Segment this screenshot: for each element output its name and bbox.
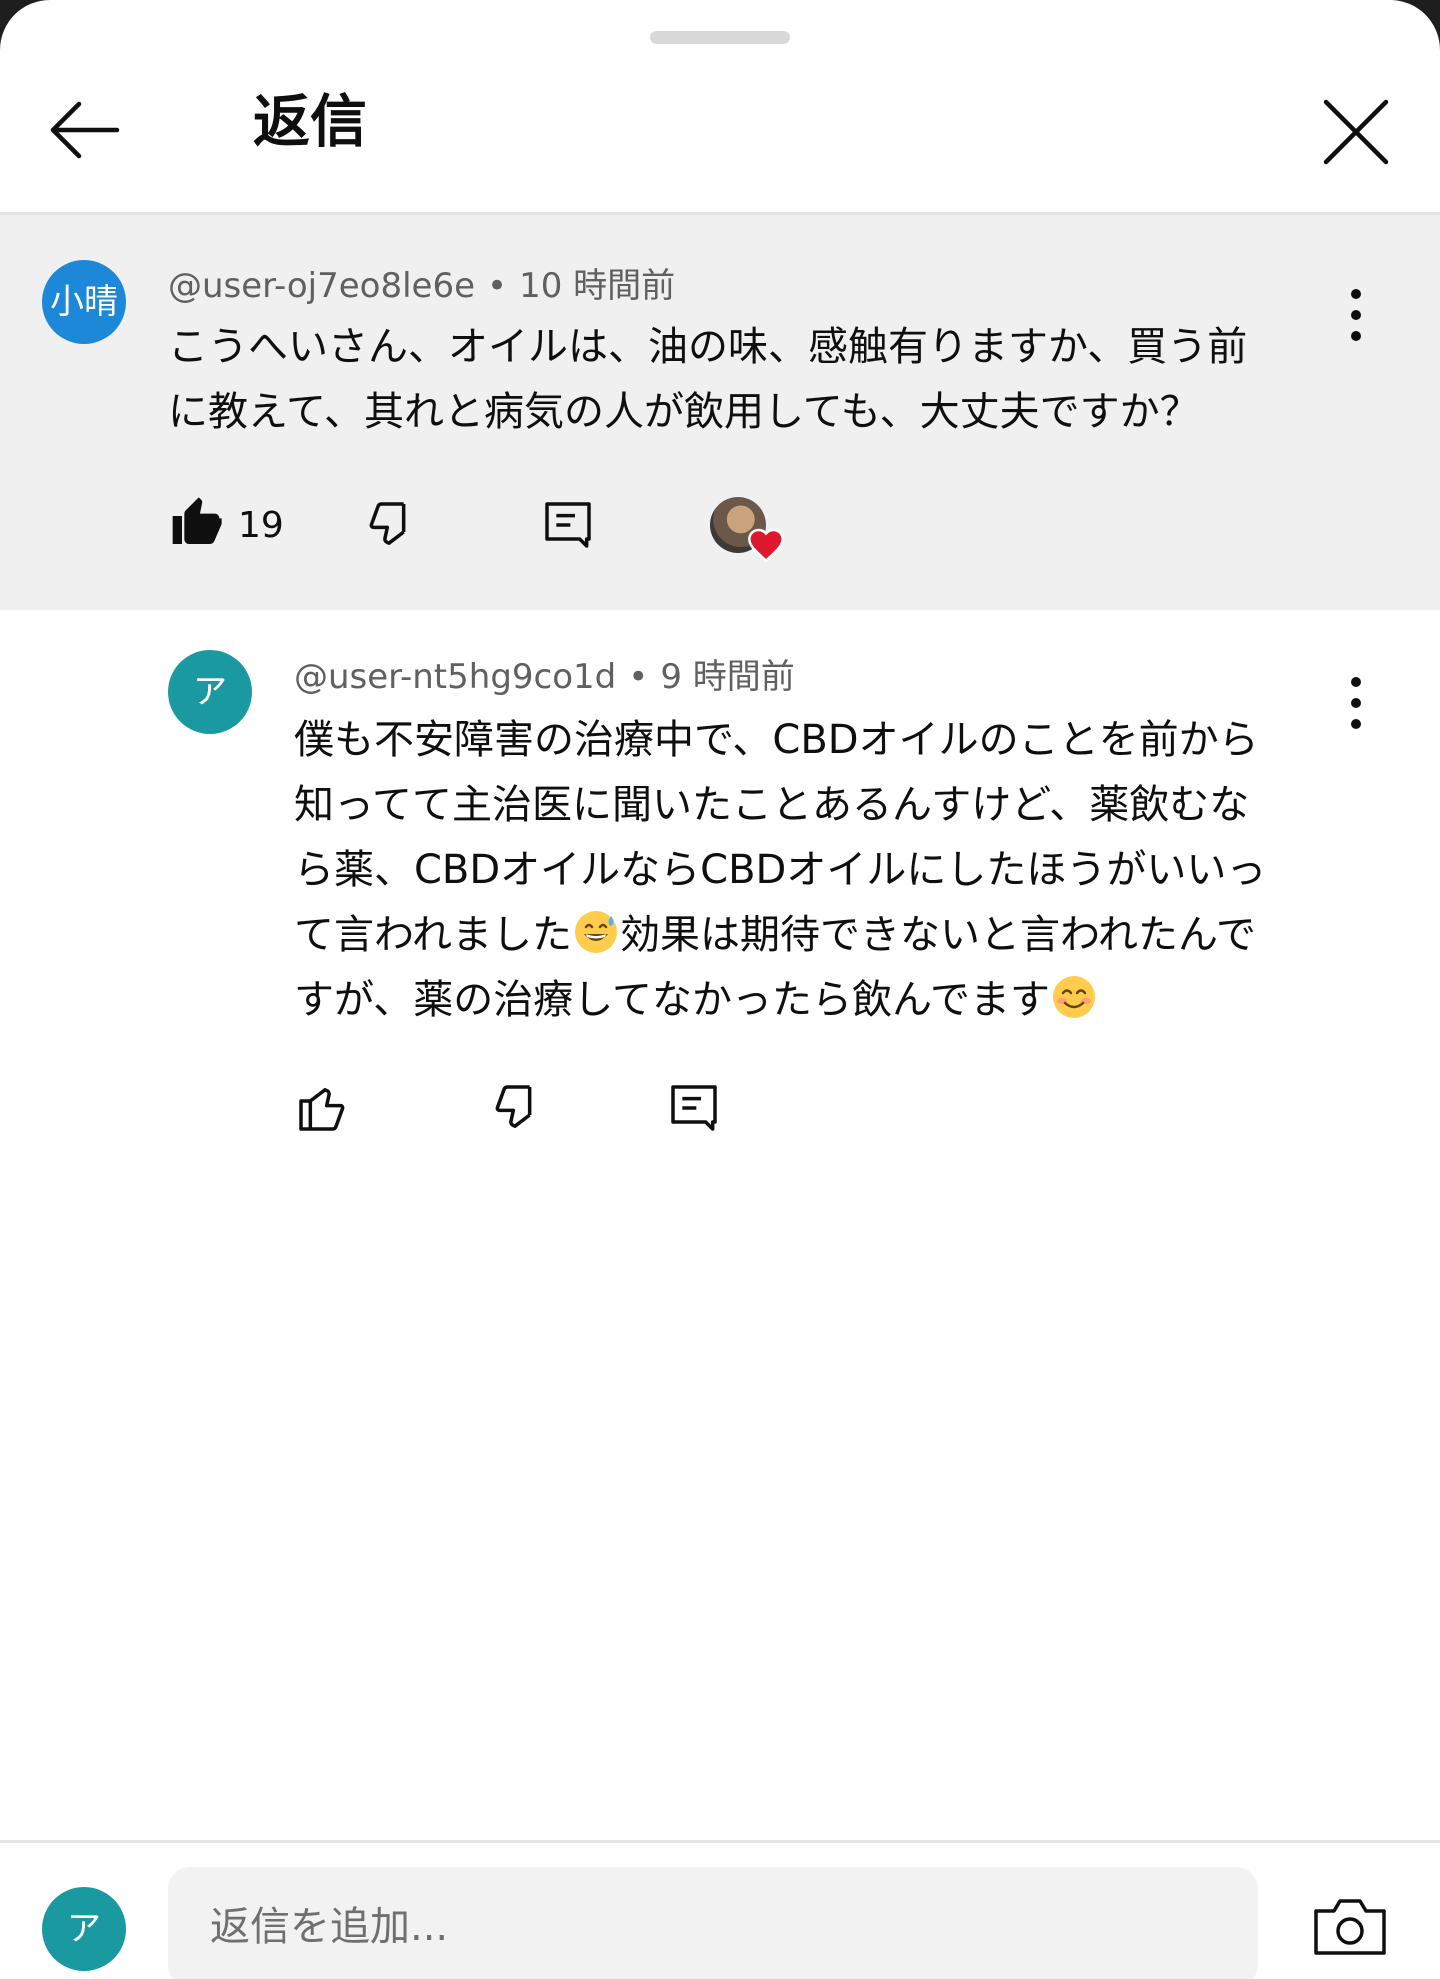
grinning-sweat-emoji (575, 911, 617, 953)
reply-composer: ア (0, 1840, 1440, 1979)
thumb-up-icon (299, 1088, 345, 1131)
arrow-back-icon (50, 101, 120, 159)
comment-icon (671, 1085, 717, 1131)
close-button[interactable] (1316, 92, 1396, 172)
thumb-down-icon (369, 502, 406, 545)
dislike-button[interactable] (364, 497, 420, 553)
like-button[interactable] (294, 1080, 350, 1136)
meta-separator: • (487, 266, 508, 306)
reply-button[interactable] (540, 497, 596, 553)
camera-icon (1314, 1899, 1386, 1955)
close-icon (1323, 99, 1389, 165)
reply-line: 僕も不安障害の治療中で、CBDオイルのことを前から (294, 717, 1259, 763)
heart-icon (748, 528, 784, 563)
dislike-button[interactable] (490, 1080, 546, 1136)
smiling-blush-emoji (1053, 976, 1095, 1018)
drag-handle[interactable] (650, 31, 790, 44)
reply-text: 僕も不安障害の治療中で、CBDオイルのことを前から 知ってて主治医に聞いたことあ… (294, 708, 1354, 1033)
comment-text: こうへいさん、オイルは、油の味、感触有りますか、買う前 に教えて、其れと病気の人… (168, 315, 1328, 445)
reply-list: ア @user-nt5hg9co1d • 9 時間前 僕も不安障害の治療中で、CBD… (0, 610, 1440, 1840)
thumb-up-filled-icon (172, 497, 222, 544)
parent-comment: 小晴 @user-oj7eo8le6e • 10 時間前 こうへいさん、オイルは、油… (0, 215, 1440, 610)
camera-button[interactable] (1312, 1895, 1388, 1959)
comment-author[interactable]: @user-oj7eo8le6e (168, 266, 475, 306)
header: 返信 (0, 60, 1440, 215)
reply-line: 効果は期待できないと言われたんで (620, 912, 1256, 958)
avatar[interactable]: 小晴 (42, 260, 126, 344)
comment-author[interactable]: @user-nt5hg9co1d (294, 657, 616, 697)
comment-time: 9 時間前 (660, 657, 795, 697)
like-button[interactable] (168, 495, 224, 551)
thumb-down-icon (495, 1085, 532, 1128)
current-user-avatar[interactable]: ア (42, 1887, 126, 1971)
reply-line: ら薬、CBDオイルならCBDオイルにしたほうがいいっ (294, 847, 1267, 893)
reply-line: 知ってて主治医に聞いたことあるんすけど、薬飲むな (294, 782, 1250, 828)
avatar[interactable]: ア (168, 650, 252, 734)
comment-icon (545, 502, 591, 548)
comment-time: 10 時間前 (519, 266, 676, 306)
replies-sheet: 返信 小晴 @user-oj7eo8le6e • 10 時間前 こうへいさん、オイル… (0, 0, 1440, 1979)
comment-line: に教えて、其れと病気の人が飲用しても、大丈夫ですか？ (168, 389, 1200, 435)
reply-line: て言われました (294, 912, 572, 958)
creator-heart-badge (710, 497, 786, 567)
comment-line: こうへいさん、オイルは、油の味、感触有りますか、買う前 (168, 324, 1248, 370)
comment-meta: @user-nt5hg9co1d • 9 時間前 (294, 660, 795, 694)
reply-input[interactable] (168, 1867, 1258, 1979)
like-count: 19 (238, 505, 284, 546)
more-options-button[interactable] (1336, 280, 1376, 350)
page-title: 返信 (253, 89, 367, 155)
reply-line: すが、薬の治療してなかったら飲んでます (294, 977, 1050, 1023)
reply-button[interactable] (666, 1080, 722, 1136)
comment-meta: @user-oj7eo8le6e • 10 時間前 (168, 269, 675, 303)
meta-separator: • (628, 657, 649, 697)
more-vert-icon (1351, 289, 1361, 341)
back-button[interactable] (45, 90, 125, 170)
